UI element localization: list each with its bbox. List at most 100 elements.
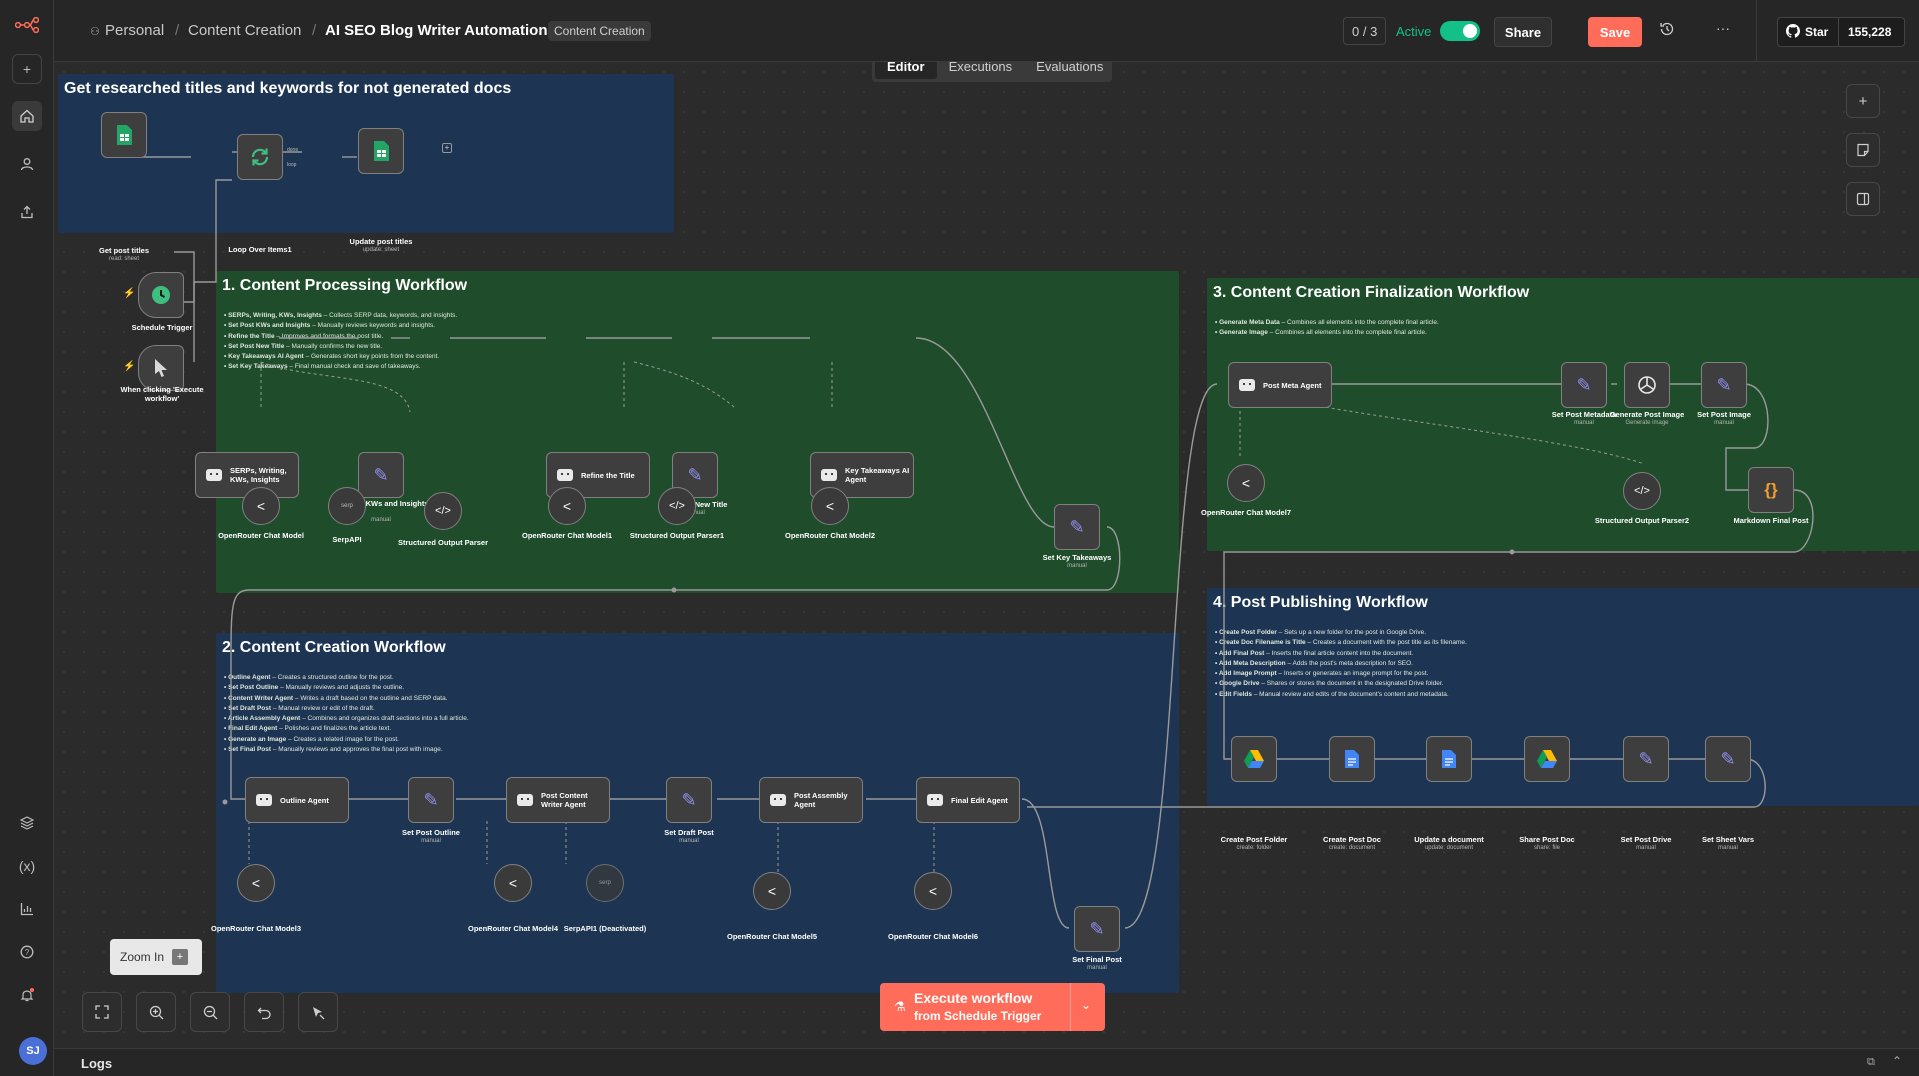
- sticky-note-button[interactable]: [1846, 133, 1880, 167]
- share-button[interactable]: Share: [1494, 17, 1552, 47]
- get-post-titles-node[interactable]: [101, 112, 147, 158]
- set-final-post-node[interactable]: ✎: [1074, 906, 1120, 952]
- node-sublabel: create: document: [1328, 845, 1376, 851]
- more-options-icon[interactable]: ···: [1716, 20, 1730, 36]
- ai-agent-icon: [557, 469, 573, 481]
- structured-output-parser1-node[interactable]: </>: [658, 487, 696, 525]
- set-post-kws-node[interactable]: ✎: [358, 452, 404, 498]
- node-label: Structured Output Parser2: [1594, 516, 1690, 525]
- openrouter-icon: <: [562, 498, 572, 514]
- pencil-icon: ✎: [1720, 749, 1736, 769]
- node-sublabel: manual: [1067, 563, 1087, 569]
- pencil-icon: ✎: [1069, 517, 1085, 537]
- pencil-icon: ✎: [373, 465, 389, 485]
- openrouter-icon: <: [251, 875, 261, 891]
- execute-workflow-button[interactable]: ⚗ Execute workflow from Schedule Trigger…: [880, 983, 1105, 1031]
- node-label: Loop Over Items1: [228, 245, 292, 254]
- insights-icon[interactable]: [12, 894, 42, 924]
- user-icon[interactable]: [12, 149, 42, 179]
- active-toggle[interactable]: [1440, 21, 1480, 41]
- tidy-up-button[interactable]: [298, 992, 338, 1032]
- set-post-outline-node[interactable]: ✎: [408, 777, 454, 823]
- breadcrumb-folder[interactable]: Content Creation: [188, 22, 301, 39]
- node-label: Set Post Image: [1697, 410, 1751, 419]
- ai-agent-icon: [1239, 379, 1255, 391]
- node-sublabel: manual: [421, 838, 441, 844]
- set-key-takeaways-node[interactable]: ✎: [1054, 504, 1100, 550]
- structured-output-parser2-node[interactable]: </>: [1623, 472, 1661, 510]
- google-drive-icon: [1244, 750, 1264, 768]
- update-document-node[interactable]: [1426, 736, 1472, 782]
- fit-view-button[interactable]: [82, 992, 122, 1032]
- openrouter-chat-model4-node[interactable]: <: [494, 864, 532, 902]
- panel-toggle-button[interactable]: [1846, 182, 1880, 216]
- github-star-button[interactable]: Star 155,228: [1777, 17, 1905, 47]
- set-sheet-vars-node[interactable]: ✎: [1705, 736, 1751, 782]
- openrouter-chat-model7-node[interactable]: <: [1227, 464, 1265, 502]
- history-icon[interactable]: [1659, 21, 1675, 40]
- add-node-button[interactable]: +: [1846, 84, 1880, 118]
- share-post-doc-node[interactable]: [1524, 736, 1570, 782]
- node-label: Markdown Final Post: [1733, 516, 1809, 525]
- serpapi-node[interactable]: serp: [328, 487, 366, 525]
- schedule-trigger-node[interactable]: [138, 272, 184, 318]
- node-label: Structured Output Parser: [397, 538, 488, 547]
- save-button[interactable]: Save: [1588, 17, 1642, 47]
- chevron-up-icon[interactable]: ⌃: [1892, 1054, 1902, 1068]
- loop-over-items-node[interactable]: [237, 134, 283, 180]
- post-assembly-agent-node[interactable]: Post Assembly Agent: [759, 777, 863, 823]
- share-icon[interactable]: [12, 197, 42, 227]
- set-post-drive-node[interactable]: ✎: [1623, 736, 1669, 782]
- structured-output-parser-node[interactable]: </>: [424, 492, 462, 530]
- create-post-doc-node[interactable]: [1329, 736, 1375, 782]
- node-sublabel: create: folder: [1236, 845, 1272, 851]
- pencil-icon: ✎: [1716, 375, 1732, 395]
- workflow-canvas[interactable]: Editor Executions Evaluations Get resear…: [54, 62, 1919, 1048]
- undo-button[interactable]: [244, 992, 284, 1032]
- node-label: OpenRouter Chat Model6: [887, 932, 978, 941]
- openrouter-chat-model-node[interactable]: <: [242, 487, 280, 525]
- workflow-name[interactable]: AI SEO Blog Writer Automation: [325, 22, 548, 39]
- breadcrumb-personal[interactable]: Personal: [105, 22, 164, 39]
- help-icon[interactable]: ?: [12, 937, 42, 967]
- openrouter-chat-model3-node[interactable]: <: [237, 864, 275, 902]
- zoom-in-button[interactable]: [136, 992, 176, 1032]
- openrouter-chat-model1-node[interactable]: <: [548, 487, 586, 525]
- set-post-metadata-node[interactable]: ✎: [1561, 362, 1607, 408]
- update-post-titles-node[interactable]: [358, 128, 404, 174]
- openrouter-icon: <: [767, 883, 777, 899]
- post-meta-agent-node[interactable]: Post Meta Agent: [1228, 362, 1332, 408]
- node-label: SERPs, Writing, KWs, Insights: [230, 466, 287, 484]
- outline-agent-node[interactable]: Outline Agent: [245, 777, 349, 823]
- openrouter-chat-model6-node[interactable]: <: [914, 872, 952, 910]
- avatar[interactable]: SJ: [19, 1037, 47, 1065]
- zoom-out-button[interactable]: [190, 992, 230, 1032]
- post-content-writer-agent-node[interactable]: Post Content Writer Agent: [506, 777, 610, 823]
- openrouter-chat-model2-node[interactable]: <: [811, 487, 849, 525]
- add-node-icon[interactable]: +: [442, 143, 452, 153]
- serpapi-icon: serp: [599, 880, 611, 886]
- notifications-icon[interactable]: [12, 980, 42, 1010]
- variables-icon[interactable]: (x): [12, 851, 42, 881]
- n8n-logo-icon[interactable]: [12, 10, 42, 40]
- serpapi1-node[interactable]: serp: [586, 864, 624, 902]
- code-icon: </>: [669, 500, 685, 512]
- home-icon[interactable]: [12, 101, 42, 131]
- node-label: When clicking 'Execute workflow': [120, 385, 204, 403]
- set-post-image-node[interactable]: ✎: [1701, 362, 1747, 408]
- set-draft-post-node[interactable]: ✎: [666, 777, 712, 823]
- serps-agent-node[interactable]: SERPs, Writing, KWs, Insights: [195, 452, 299, 498]
- create-post-folder-node[interactable]: [1231, 736, 1277, 782]
- templates-icon[interactable]: [12, 808, 42, 838]
- openrouter-chat-model5-node[interactable]: <: [753, 872, 791, 910]
- pop-out-icon[interactable]: ⧉: [1867, 1056, 1875, 1069]
- final-edit-agent-node[interactable]: Final Edit Agent: [916, 777, 1020, 823]
- generate-post-image-node[interactable]: [1624, 362, 1670, 408]
- logs-bar[interactable]: Logs ⧉ ⌃: [54, 1048, 1919, 1076]
- workflow-tag[interactable]: Content Creation: [548, 21, 651, 41]
- chevron-down-icon[interactable]: ⌄: [1081, 998, 1091, 1012]
- google-docs-icon: [1442, 750, 1456, 768]
- evaluation-counter[interactable]: 0 / 3: [1343, 17, 1387, 45]
- add-icon[interactable]: +: [12, 54, 42, 84]
- markdown-final-post-node[interactable]: {}: [1748, 467, 1794, 513]
